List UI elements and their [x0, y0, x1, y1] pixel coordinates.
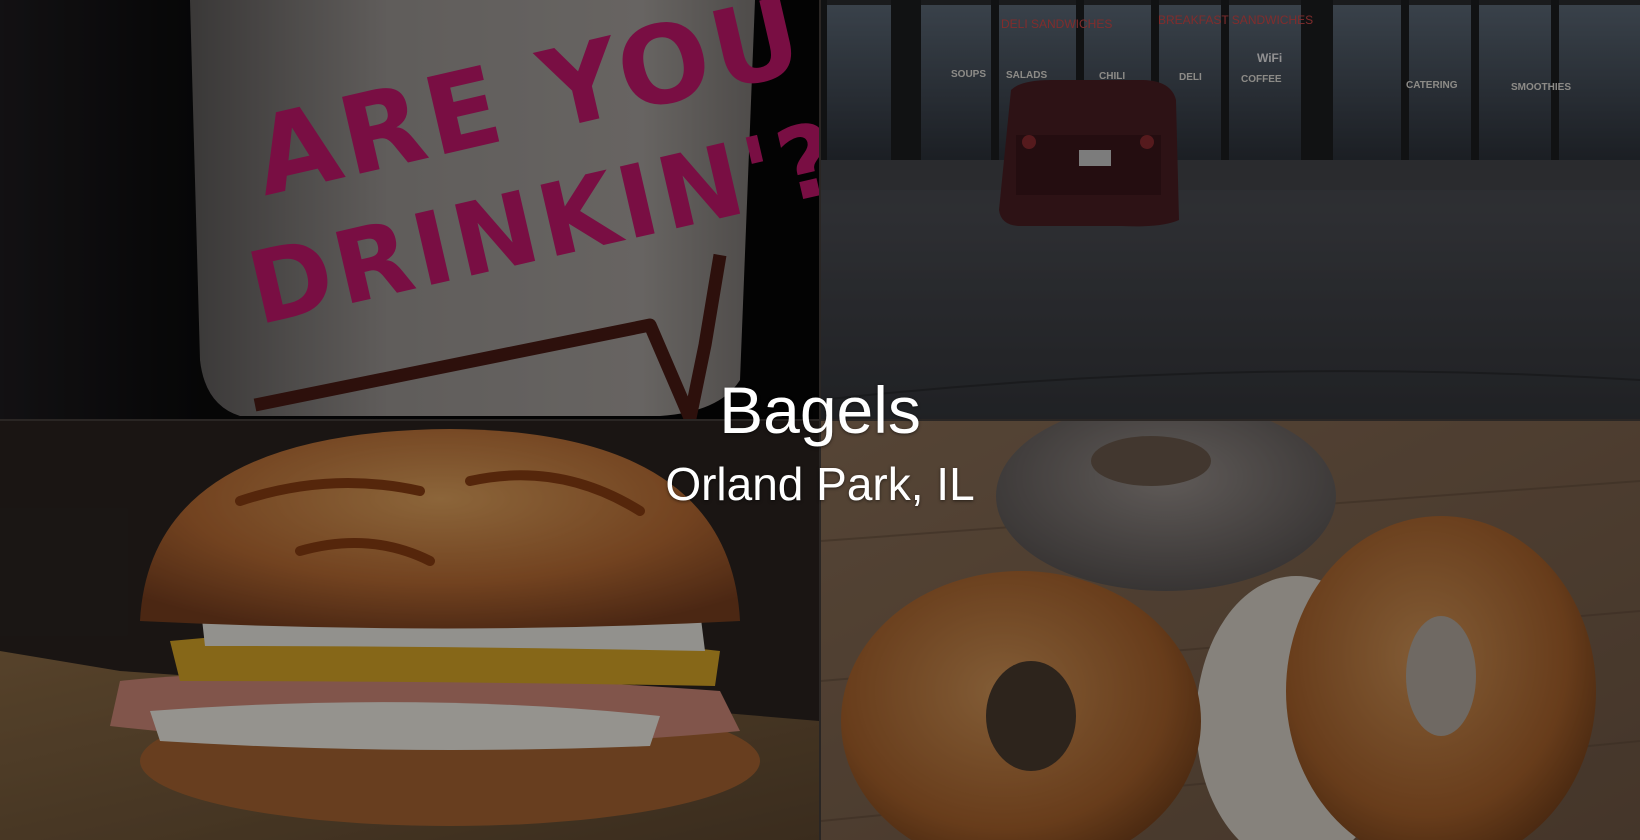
- coffee-cup-photo: ARE YOU DRINKIN'?: [0, 0, 819, 419]
- awning-label: SMOOTHIES: [1511, 82, 1571, 93]
- page-title: Bagels: [719, 373, 921, 447]
- awning-label: SALADS: [1006, 70, 1047, 81]
- window-sign-breakfast: BREAKFAST SANDWICHES: [1158, 13, 1313, 27]
- location-subtitle: Orland Park, IL: [665, 458, 975, 510]
- awning-label: CATERING: [1406, 80, 1458, 91]
- hero-collage: ARE YOU DRINKIN'? DELI SANDWICHES BREAKF…: [0, 0, 1640, 840]
- window-sign-wifi: WiFi: [1257, 51, 1282, 65]
- storefront-photo: DELI SANDWICHES BREAKFAST SANDWICHES WiF…: [821, 0, 1640, 419]
- awning-label: DELI: [1179, 72, 1202, 83]
- awning-label: SOUPS: [951, 69, 986, 80]
- hero-caption: Bagels Orland Park, IL: [0, 366, 1640, 514]
- window-sign-deli: DELI SANDWICHES: [1001, 17, 1112, 31]
- awning-label: COFFEE: [1241, 74, 1282, 85]
